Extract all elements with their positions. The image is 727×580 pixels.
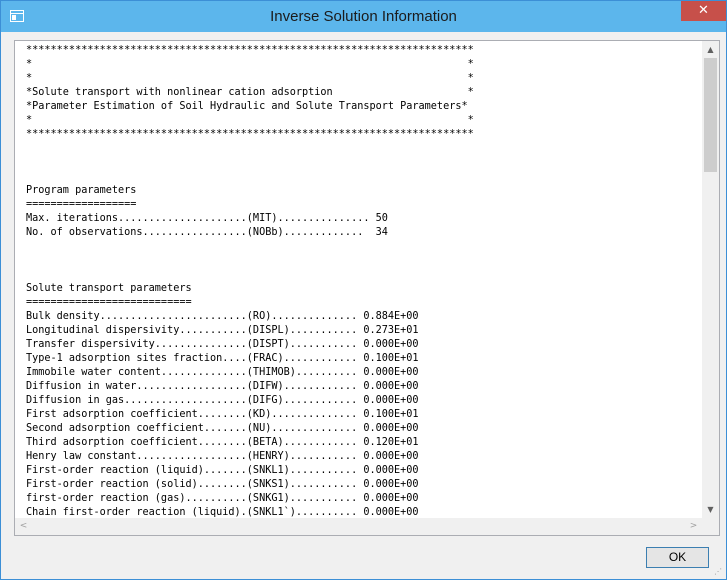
report-line: Bulk density........................(RO)… [26, 311, 419, 322]
report-text: ****************************************… [26, 44, 474, 536]
scroll-right-arrow-icon[interactable]: > [685, 518, 702, 535]
report-line: Diffusion in gas....................(DIF… [26, 395, 419, 406]
report-line: *Parameter Estimation of Soil Hydraulic … [26, 101, 468, 112]
report-line: first-order reaction (gas)..........(SNK… [26, 493, 419, 504]
horizontal-scrollbar[interactable]: < > [15, 518, 702, 535]
report-line: Chain first-order reaction (gas)....(SNK… [26, 535, 419, 536]
report-line: * * [26, 59, 474, 70]
report-line: First-order reaction (liquid).......(SNK… [26, 465, 419, 476]
report-line: First adsorption coefficient........(KD)… [26, 409, 419, 420]
scrollbar-corner [702, 518, 719, 535]
report-line: ****************************************… [26, 45, 474, 56]
report-line: ================== [26, 199, 137, 210]
report-line: No. of observations.................(NOB… [26, 227, 388, 238]
report-line: =========================== [26, 297, 192, 308]
report-line: Type-1 adsorption sites fraction....(FRA… [26, 353, 419, 364]
report-line: Max. iterations.....................(MIT… [26, 213, 388, 224]
report-line: First-order reaction (solid)........(SNK… [26, 479, 419, 490]
report-line: * * [26, 115, 474, 126]
report-line: *Solute transport with nonlinear cation … [26, 87, 474, 98]
report-line: Third adsorption coefficient........(BET… [26, 437, 419, 448]
vertical-scrollbar[interactable]: ▲ ▼ [702, 41, 719, 518]
title-bar[interactable]: Inverse Solution Information ✕ [1, 1, 726, 32]
scroll-down-arrow-icon[interactable]: ▼ [702, 501, 719, 518]
close-button[interactable]: ✕ [681, 1, 726, 21]
report-line: Second adsorption coefficient.......(NU)… [26, 423, 419, 434]
report-line: ****************************************… [26, 129, 474, 140]
scroll-up-arrow-icon[interactable]: ▲ [702, 41, 719, 58]
inverse-solution-dialog: Inverse Solution Information ✕ *********… [0, 0, 727, 580]
report-line: Chain first-order reaction (liquid).(SNK… [26, 507, 419, 518]
report-line: Henry law constant..................(HEN… [26, 451, 419, 462]
report-line: Transfer dispersivity...............(DIS… [26, 339, 419, 350]
window-title: Inverse Solution Information [270, 8, 457, 25]
vertical-scroll-thumb[interactable] [704, 58, 717, 172]
report-line: Solute transport parameters [26, 283, 192, 294]
report-line: Longitudinal dispersivity...........(DIS… [26, 325, 419, 336]
report-line: * * [26, 73, 474, 84]
report-textbox[interactable]: ****************************************… [14, 40, 720, 536]
report-line: Immobile water content..............(THI… [26, 367, 419, 378]
scroll-left-arrow-icon[interactable]: < [15, 518, 32, 535]
ok-button[interactable]: OK [646, 547, 709, 568]
report-line: Diffusion in water..................(DIF… [26, 381, 419, 392]
resize-grip-icon[interactable]: ⋰ [714, 567, 724, 577]
report-line: Program parameters [26, 185, 137, 196]
